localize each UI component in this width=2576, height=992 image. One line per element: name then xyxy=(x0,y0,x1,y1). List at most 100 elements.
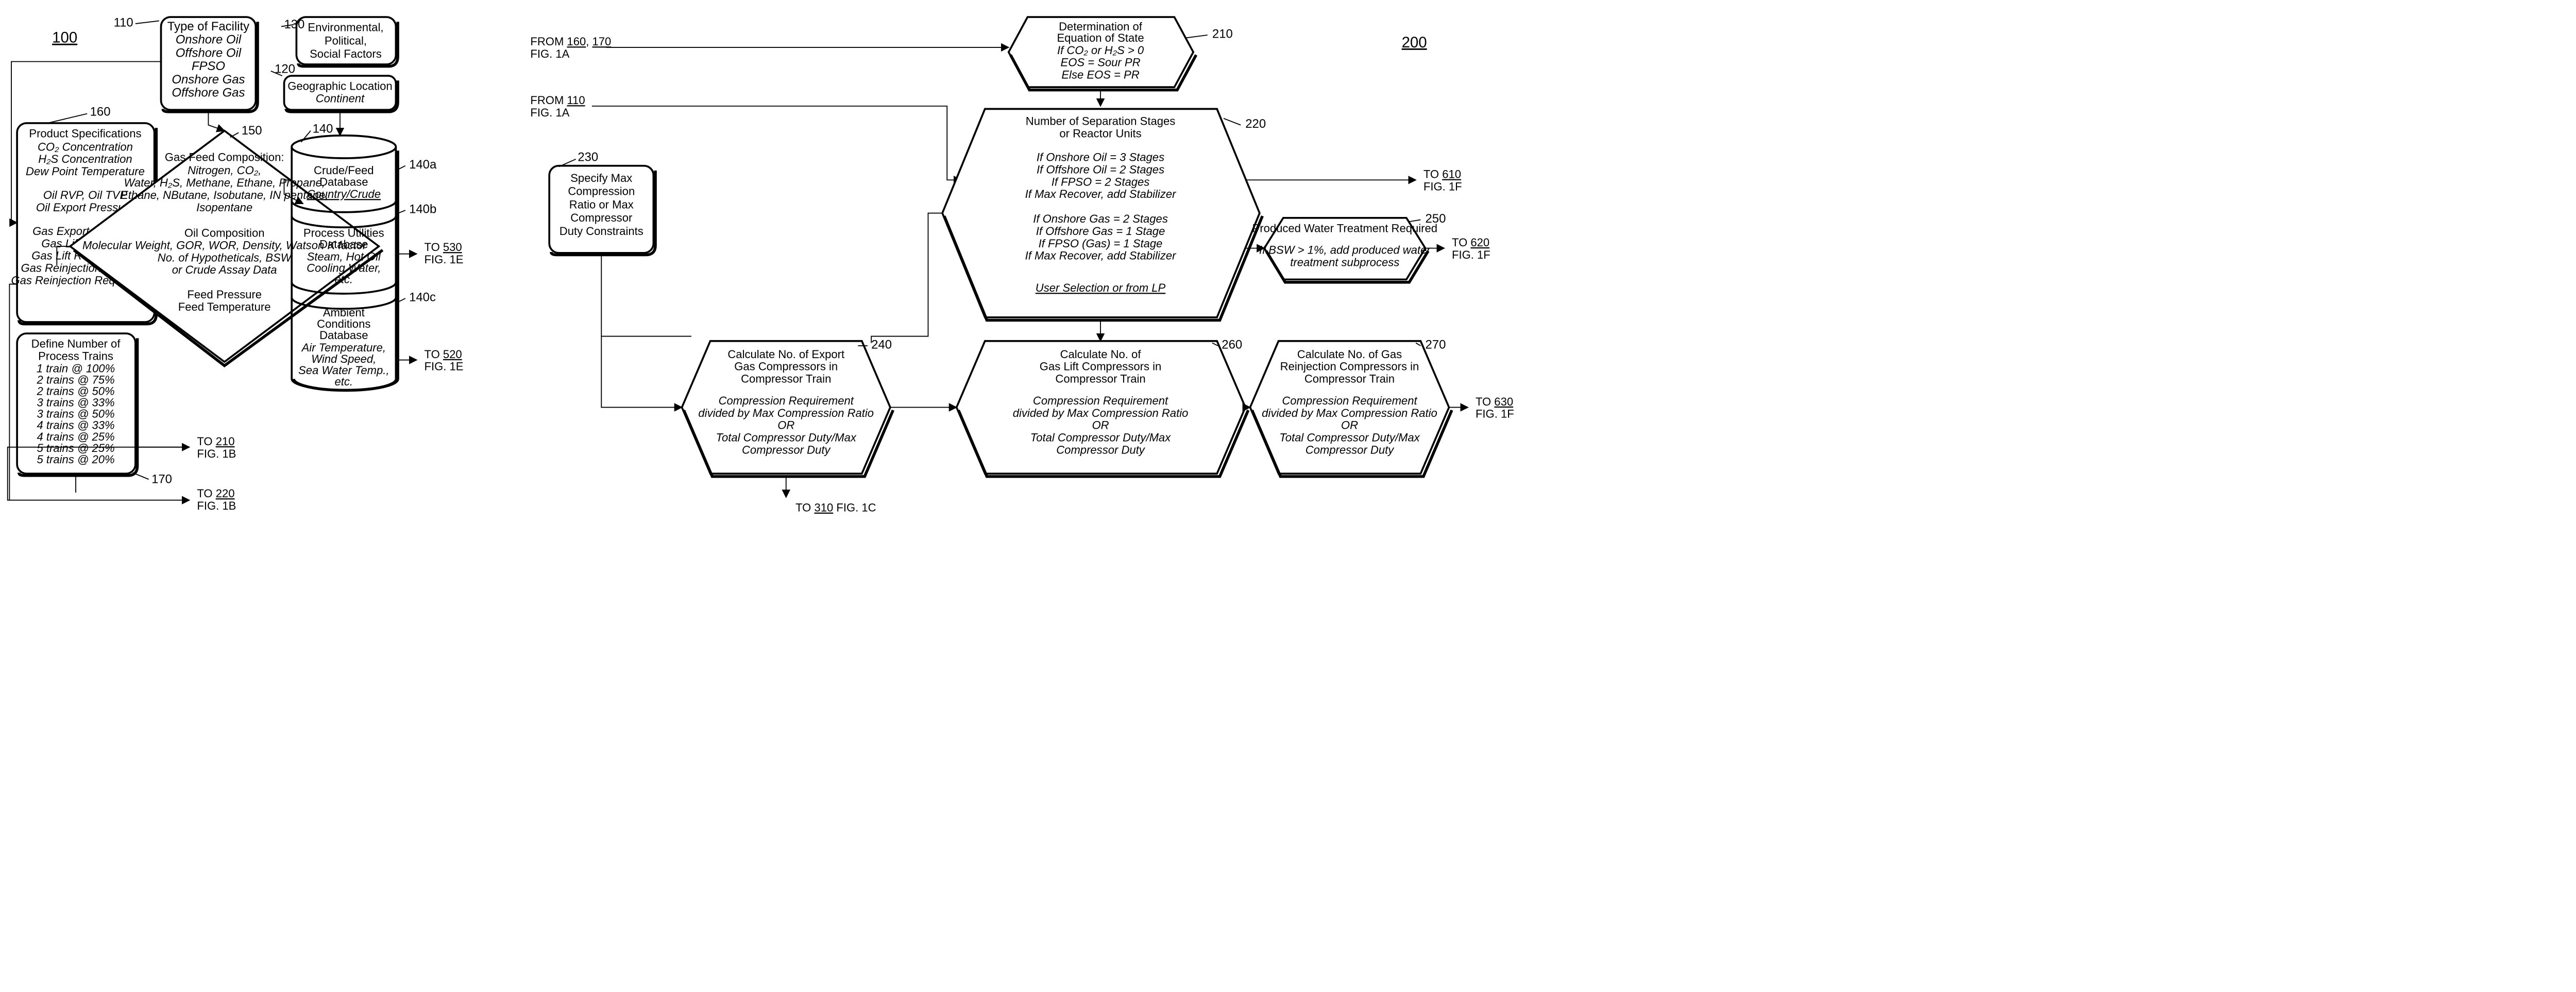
svg-text:Calculate No. of Export: Calculate No. of Export xyxy=(727,348,844,361)
svg-text:Equation of State: Equation of State xyxy=(1057,31,1144,44)
svg-text:Compression Requirement: Compression Requirement xyxy=(719,394,854,407)
svg-text:If Onshore Oil = 3 Stages: If Onshore Oil = 3 Stages xyxy=(1037,150,1164,163)
svg-text:Produced Water Treatment Requi: Produced Water Treatment Required xyxy=(1252,222,1437,234)
svg-text:5 trains @ 20%: 5 trains @ 20% xyxy=(37,453,115,466)
svg-text:Database: Database xyxy=(319,329,368,342)
svg-text:OR: OR xyxy=(777,419,794,432)
svg-text:Continent: Continent xyxy=(316,92,365,105)
svg-text:Onshore Gas: Onshore Gas xyxy=(172,73,245,87)
svg-text:Process Trains: Process Trains xyxy=(38,350,113,363)
node-databases-cylinder: Crude/Feed Database Country/Crude Proces… xyxy=(292,136,398,390)
svg-text:Compression Requirement: Compression Requirement xyxy=(1033,394,1168,407)
arrow-110-to-150 xyxy=(208,112,224,131)
svg-text:Offshore Oil: Offshore Oil xyxy=(176,46,242,60)
svg-text:FIG. 1E: FIG. 1E xyxy=(425,253,464,266)
svg-text:Calculate No. of: Calculate No. of xyxy=(1060,348,1142,361)
svg-text:Gas Feed Composition:: Gas Feed Composition: xyxy=(165,150,284,163)
svg-text:Compressor Train: Compressor Train xyxy=(1304,373,1395,385)
svg-text:Compression Requirement: Compression Requirement xyxy=(1282,394,1417,407)
node-produced-water: Produced Water Treatment Required If BSW… xyxy=(1252,218,1437,282)
node-type-of-facility: Type of Facility Onshore Oil Offshore Oi… xyxy=(161,17,258,112)
svg-text:Compressor Duty: Compressor Duty xyxy=(742,444,831,457)
svg-text:divided by Max Compression Rat: divided by Max Compression Ratio xyxy=(1262,407,1437,419)
link-to-620: TO 620 xyxy=(1452,236,1489,249)
tag-250: 250 xyxy=(1426,212,1446,226)
svg-text:Total Compressor Duty/Max: Total Compressor Duty/Max xyxy=(1030,431,1171,444)
svg-text:FIG. 1F: FIG. 1F xyxy=(1476,408,1514,421)
svg-text:etc.: etc. xyxy=(335,375,353,388)
flowchart-diagram: 100 Type of Facility Onshore Oil Offshor… xyxy=(0,0,2576,911)
tag-210: 210 xyxy=(1212,27,1233,41)
svg-text:Specify Max: Specify Max xyxy=(570,172,632,184)
fig-label-200: 200 xyxy=(1402,34,1427,51)
tag-140b: 140b xyxy=(409,203,436,216)
link-to-610: TO 610 xyxy=(1423,168,1461,181)
tag-140c: 140c xyxy=(409,291,436,305)
svg-text:If Max Recover, add Stabilizer: If Max Recover, add Stabilizer xyxy=(1025,188,1177,200)
svg-text:Total Compressor Duty/Max: Total Compressor Duty/Max xyxy=(1279,431,1420,444)
svg-text:FIG. 1F: FIG. 1F xyxy=(1423,180,1462,193)
svg-text:Onshore Oil: Onshore Oil xyxy=(176,33,242,47)
svg-text:If FPSO (Gas) = 1 Stage: If FPSO (Gas) = 1 Stage xyxy=(1039,237,1163,250)
svg-text:Compressor Duty: Compressor Duty xyxy=(1056,444,1145,457)
svg-text:Product Specifications: Product Specifications xyxy=(29,127,141,140)
tag-140a: 140a xyxy=(409,158,437,172)
svg-text:FIG. 1B: FIG. 1B xyxy=(197,447,236,460)
node-process-trains: Define Number of Process Trains 1 train … xyxy=(17,333,137,476)
svg-text:H₂S Concentration: H₂S Concentration xyxy=(38,153,132,165)
svg-text:Compressor Train: Compressor Train xyxy=(741,373,831,385)
fig-200: 200 FROM 160, 170 FIG. 1A FROM 110 FIG. … xyxy=(530,17,1514,514)
svg-text:divided by Max Compression Rat: divided by Max Compression Ratio xyxy=(698,407,874,419)
svg-text:etc.: etc. xyxy=(335,273,353,286)
svg-text:Type of Facility: Type of Facility xyxy=(167,20,249,33)
svg-text:FIG. 1B: FIG. 1B xyxy=(197,499,236,512)
svg-text:If FPSO = 2 Stages: If FPSO = 2 Stages xyxy=(1052,175,1150,188)
node-specify-max-compression: Specify Max Compression Ratio or Max Com… xyxy=(549,166,655,255)
svg-text:Ratio or Max: Ratio or Max xyxy=(569,198,634,211)
svg-text:Isopentane: Isopentane xyxy=(196,201,252,214)
tag-160: 160 xyxy=(90,105,111,119)
node-export-gas-compressors: Calculate No. of Export Gas Compressors … xyxy=(682,341,893,477)
link-to-530: TO 530 xyxy=(425,241,462,254)
svg-text:No. of Hypotheticals, BSW: No. of Hypotheticals, BSW xyxy=(158,251,293,264)
svg-text:Feed Temperature: Feed Temperature xyxy=(178,300,271,313)
svg-text:Country/Crude: Country/Crude xyxy=(307,188,381,200)
tag-270: 270 xyxy=(1426,338,1446,351)
from-160-170: FROM 160, 170 xyxy=(530,35,611,48)
link-to-220: TO 220 xyxy=(197,487,234,500)
svg-text:Compressor Duty: Compressor Duty xyxy=(1306,444,1395,457)
tag-150: 150 xyxy=(242,124,262,138)
svg-text:If Onshore Gas = 2 Stages: If Onshore Gas = 2 Stages xyxy=(1033,212,1168,225)
svg-text:If BSW > 1%, add produced wate: If BSW > 1%, add produced water xyxy=(1259,244,1431,257)
svg-text:Reinjection Compressors in: Reinjection Compressors in xyxy=(1280,360,1419,373)
node-env-political-social: Environmental, Political, Social Factors xyxy=(296,17,398,66)
node-geographic-location: Geographic Location Continent xyxy=(284,76,398,112)
svg-text:Total Compressor Duty/Max: Total Compressor Duty/Max xyxy=(716,431,857,444)
node-separation-stages: Number of Separation Stages or Reactor U… xyxy=(942,109,1262,320)
arrow-230-to-240 xyxy=(601,337,682,408)
svg-text:Calculate No. of Gas: Calculate No. of Gas xyxy=(1297,348,1402,361)
svg-text:Nitrogen, CO₂,: Nitrogen, CO₂, xyxy=(188,164,261,177)
svg-text:If Max Recover, add Stabilizer: If Max Recover, add Stabilizer xyxy=(1025,249,1177,262)
tag-230: 230 xyxy=(578,150,598,164)
svg-text:Database: Database xyxy=(319,175,368,188)
svg-text:Social Factors: Social Factors xyxy=(310,47,382,60)
svg-text:EOS = Sour PR: EOS = Sour PR xyxy=(1061,56,1141,69)
svg-text:FIG. 1A: FIG. 1A xyxy=(530,47,569,60)
fig-100: 100 Type of Facility Onshore Oil Offshor… xyxy=(8,15,464,512)
tag-110: 110 xyxy=(114,15,133,29)
svg-text:Duty Constraints: Duty Constraints xyxy=(560,225,643,238)
svg-text:Define Number of: Define Number of xyxy=(31,338,121,350)
svg-text:CO₂ Concentration: CO₂ Concentration xyxy=(38,140,133,153)
svg-text:divided by Max Compression Rat: divided by Max Compression Ratio xyxy=(1013,407,1189,419)
tag-220: 220 xyxy=(1245,117,1266,131)
svg-text:Feed Pressure: Feed Pressure xyxy=(187,288,262,301)
link-to-310: TO 310 FIG. 1C xyxy=(795,501,876,514)
tag-130: 130 xyxy=(284,18,304,31)
tag-140: 140 xyxy=(313,122,333,136)
svg-text:OR: OR xyxy=(1341,419,1358,432)
fig-label-100: 100 xyxy=(52,29,77,46)
svg-text:FIG. 1E: FIG. 1E xyxy=(425,360,464,373)
from-110: FROM 110 xyxy=(530,94,585,107)
svg-text:Oil Composition: Oil Composition xyxy=(184,227,265,240)
